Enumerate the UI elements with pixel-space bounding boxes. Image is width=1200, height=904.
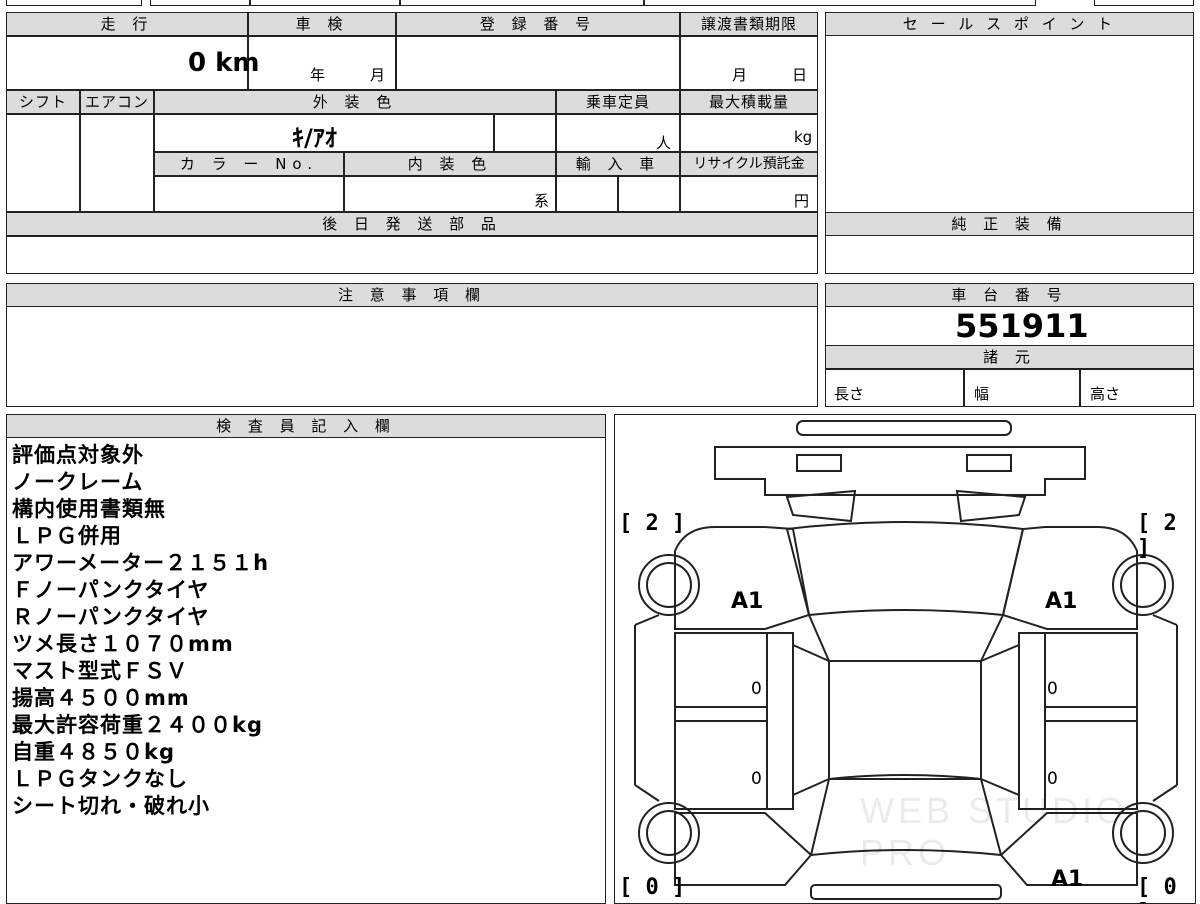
notes-header: 注 意 事 項 欄 bbox=[6, 283, 818, 307]
door-rear-right-mark: 0 bbox=[1047, 769, 1058, 789]
transfer-deadline-header: 譲渡書類期限 bbox=[680, 12, 818, 36]
sales-point-header: セ ー ル ス ポ イ ン ト bbox=[825, 12, 1194, 36]
max-load-unit: kg bbox=[794, 128, 813, 146]
specs-header: 諸 元 bbox=[825, 345, 1194, 369]
reg-no-header: 登 録 番 号 bbox=[396, 12, 680, 36]
mileage-value: 0 km bbox=[188, 48, 260, 78]
import-cell-a bbox=[556, 176, 618, 212]
tire-front-right-mark: [ 2 ] bbox=[1137, 511, 1177, 561]
top-strip bbox=[6, 0, 1194, 6]
inspector-note: 最大許容荷重２４００kg bbox=[12, 713, 263, 737]
capacity-header: 乗車定員 bbox=[556, 90, 680, 114]
genuine-equipment-header: 純 正 装 備 bbox=[825, 212, 1194, 236]
inspector-note: 構内使用書類無 bbox=[12, 497, 166, 521]
inspector-note: シート切れ・破れ小 bbox=[12, 794, 210, 818]
damage-mark-left: A1 bbox=[731, 589, 764, 614]
tire-front-left-mark: [ 2 ] bbox=[619, 511, 686, 536]
recycle-unit: 円 bbox=[794, 192, 810, 210]
spec-length-label: 長さ bbox=[834, 385, 865, 403]
aircon-cell bbox=[80, 114, 154, 212]
max-load-header: 最大積載量 bbox=[680, 90, 818, 114]
ext-color-sub-cell bbox=[494, 114, 556, 152]
door-front-left-mark: 0 bbox=[751, 679, 762, 699]
reg-no-cell bbox=[396, 36, 680, 90]
int-color-unit: 系 bbox=[534, 192, 550, 210]
inspector-note: マスト型式ＦＳＶ bbox=[12, 659, 188, 683]
shaken-header: 車 検 bbox=[248, 12, 396, 36]
shaken-year-label: 年 bbox=[310, 66, 326, 84]
inspector-note: アワーメーター２１５１h bbox=[12, 551, 270, 575]
door-front-right-mark: 0 bbox=[1047, 679, 1058, 699]
inspector-notes: 評価点対象外 ノークレーム 構内使用書類無 ＬＰＧ併用 アワーメーター２１５１h… bbox=[12, 442, 269, 820]
inspector-note: Ｒノーパンクタイヤ bbox=[12, 605, 210, 629]
inspector-note: 評価点対象外 bbox=[12, 443, 144, 467]
damage-mark-right: A1 bbox=[1045, 589, 1078, 614]
inspector-header: 検 査 員 記 入 欄 bbox=[6, 414, 606, 438]
inspector-note: 自重４８５０kg bbox=[12, 740, 175, 764]
recycle-header: リサイクル預託金 bbox=[680, 152, 818, 176]
aircon-header: エアコン bbox=[80, 90, 154, 114]
shaken-month-label: 月 bbox=[370, 66, 386, 84]
mileage-header: 走 行 bbox=[6, 12, 248, 36]
color-no-cell bbox=[154, 176, 344, 212]
tire-rear-left-mark: [ 0 ] bbox=[619, 875, 686, 900]
inspector-note: ノークレーム bbox=[12, 470, 144, 494]
later-parts-cell bbox=[6, 236, 818, 274]
color-no-header: カ ラ ー No. bbox=[154, 152, 344, 176]
inspector-note: ツメ長さ１０７０mm bbox=[12, 632, 234, 656]
import-header: 輸 入 車 bbox=[556, 152, 680, 176]
door-rear-left-mark: 0 bbox=[751, 769, 762, 789]
int-color-header: 内 装 色 bbox=[344, 152, 556, 176]
capacity-unit: 人 bbox=[656, 134, 672, 152]
chassis-no-value: 551911 bbox=[955, 307, 1089, 345]
spec-height-label: 高さ bbox=[1090, 385, 1121, 403]
transfer-day-label: 日 bbox=[792, 66, 808, 84]
ext-color-header: 外 装 色 bbox=[154, 90, 556, 114]
watermark: WEB STUDIO PRO bbox=[860, 790, 1129, 873]
later-parts-header: 後 日 発 送 部 品 bbox=[6, 212, 818, 236]
inspector-note: ＬＰＧタンクなし bbox=[12, 767, 188, 791]
chassis-no-header: 車 台 番 号 bbox=[825, 283, 1194, 307]
shift-header: シフト bbox=[6, 90, 80, 114]
shift-cell bbox=[6, 114, 80, 212]
int-color-cell bbox=[344, 176, 556, 212]
spec-width-label: 幅 bbox=[974, 385, 990, 403]
ext-color-value: ｷ/ｱｵ bbox=[292, 124, 337, 152]
inspector-note: Ｆノーパンクタイヤ bbox=[12, 578, 210, 602]
inspector-note: 揚高４５００mm bbox=[12, 686, 190, 710]
transfer-month-label: 月 bbox=[732, 66, 748, 84]
import-cell-b bbox=[618, 176, 680, 212]
inspector-note: ＬＰＧ併用 bbox=[12, 524, 122, 548]
